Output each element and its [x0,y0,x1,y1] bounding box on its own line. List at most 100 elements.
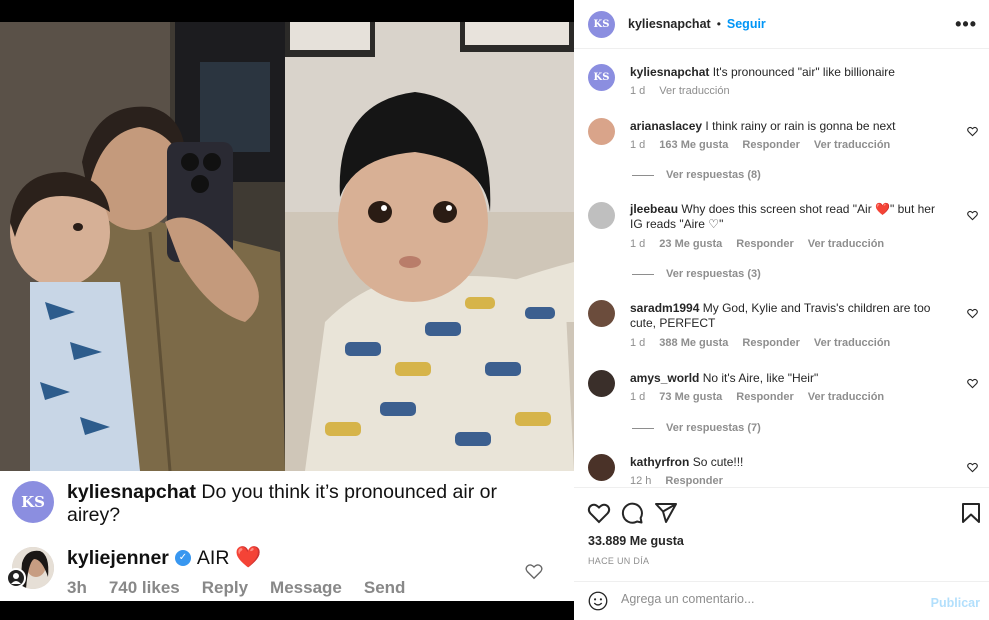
screenshot-comment-user: kyliejenner [67,546,169,569]
comment-username[interactable]: arianaslacey [630,119,702,133]
comment-text: Why does this screen shot read "Air [681,202,876,216]
caption-username[interactable]: kyliesnapchat [630,65,709,79]
comment-likes[interactable]: 388 Me gusta [659,337,728,349]
photo-baby [285,22,574,471]
replies-line [632,174,654,176]
commenter-avatar[interactable] [588,202,615,229]
post-header: KS kyliesnapchat • Seguir ••• [574,0,989,49]
like-count[interactable]: 33.889 Me gusta [588,534,684,548]
comment-body: saradm1994 My God, Kylie and Travis's ch… [630,301,950,331]
comment-reply[interactable]: Responder [736,391,793,403]
post-actions: 33.889 Me gusta HACE UN DÍA [574,487,989,581]
comment-username[interactable]: jleebeau [630,202,678,216]
screenshot-comment-actions: 3h 740 likes Reply Message Send [67,578,405,598]
comment-username[interactable]: kathyrfron [630,455,689,469]
send-icon[interactable] [654,501,678,525]
comment-input[interactable] [621,592,921,606]
comment-body: arianaslacey I think rainy or rain is go… [630,119,950,134]
screenshot-comment-text: AIR [196,546,230,569]
caption-body: kyliesnapchat It's pronounced "air" like… [630,65,950,80]
author-avatar[interactable]: KS [588,10,615,38]
comment-likes[interactable]: 163 Me gusta [659,139,728,151]
caption-text: It's pronounced "air" like billionaire [712,65,895,79]
author-username[interactable]: kyliesnapchat [628,17,711,31]
post-panel: KS kyliesnapchat • Seguir ••• KS kyliesn… [574,0,989,620]
post-comment-button[interactable]: Publicar [931,596,980,610]
comment-meta: 12 h Responder [630,475,723,487]
comment-time[interactable]: 1 d [630,391,645,403]
caption-avatar[interactable]: KS [588,64,615,91]
screenshot-reply: Reply [201,578,249,597]
kyliesnapchat-avatar: KS [12,481,54,523]
view-replies-button[interactable]: Ver respuestas (3) [632,268,761,280]
comment-like-icon[interactable] [967,308,978,319]
comment-body: kathyrfron So cute!!! [630,455,950,470]
comment-time[interactable]: 1 d [630,139,645,151]
screenshot-caption-user: kyliesnapchat [67,481,196,503]
comment-icon[interactable] [620,501,644,525]
profile-badge-icon [6,568,26,588]
comment-translate[interactable]: Ver traducción [808,238,884,250]
view-replies-label: Ver respuestas (7) [666,422,761,434]
selfie-illustration [0,22,285,471]
comment-body: jleebeau Why does this screen shot read … [630,202,950,232]
comment-text: No it's Aire, like "Heir" [702,371,819,385]
heart-icon[interactable] [587,501,611,525]
red-heart-emoji: ❤️ [235,546,262,569]
screenshot-message: Message [270,578,342,597]
comment-time[interactable]: 1 d [630,238,645,250]
comment-translate[interactable]: Ver traducción [808,391,884,403]
comment-time[interactable]: 1 d [630,337,645,349]
comment-like-icon[interactable] [967,210,978,221]
view-replies-button[interactable]: Ver respuestas (8) [632,169,761,181]
replies-line [632,273,654,275]
caption-meta: 1 d Ver traducción [630,85,730,97]
emoji-icon[interactable] [588,591,608,611]
commenter-avatar[interactable] [588,300,615,327]
comment-reply[interactable]: Responder [742,139,799,151]
comment-meta: 1 d 23 Me gusta Responder Ver traducción [630,238,884,250]
view-replies-label: Ver respuestas (3) [666,268,761,280]
screenshot-time: 3h [67,578,87,597]
comment-meta: 1 d 388 Me gusta Responder Ver traducció… [630,337,890,349]
screenshot-comment: kyliejenner ✓ AIR ❤️ [67,546,262,570]
caption-translate[interactable]: Ver traducción [659,85,729,97]
view-replies-label: Ver respuestas (8) [666,169,761,181]
comment-translate[interactable]: Ver traducción [814,337,890,349]
screenshot-comments: KS kyliesnapchat Do you think it’s prono… [0,471,574,601]
post-time[interactable]: HACE UN DÍA [588,556,649,566]
comment-translate[interactable]: Ver traducción [814,139,890,151]
commenter-avatar[interactable] [588,454,615,481]
white-heart-emoji: ♡ [708,217,720,231]
comment-text: " [719,217,724,231]
comment-composer: Publicar [574,581,989,620]
photo-selfie [0,22,285,471]
screenshot-heart-icon [525,564,543,580]
post-media[interactable]: KS kyliesnapchat Do you think it’s prono… [0,0,574,620]
comment-username[interactable]: amys_world [630,371,699,385]
comments-list[interactable]: KS kyliesnapchat It's pronounced "air" l… [574,50,989,487]
header-separator: • [716,17,721,31]
comment-likes[interactable]: 23 Me gusta [659,238,722,250]
follow-button[interactable]: Seguir [727,17,766,31]
screenshot-caption: kyliesnapchat Do you think it’s pronounc… [67,481,537,527]
screenshot-likes: 740 likes [108,578,180,597]
caption-time[interactable]: 1 d [630,85,645,97]
view-replies-button[interactable]: Ver respuestas (7) [632,422,761,434]
comment-time[interactable]: 12 h [630,475,651,487]
comment-like-icon[interactable] [967,378,978,389]
comment-likes[interactable]: 73 Me gusta [659,391,722,403]
comment-reply[interactable]: Responder [665,475,722,487]
comment-like-icon[interactable] [967,126,978,137]
comment-like-icon[interactable] [967,462,978,473]
baby-illustration [285,22,574,471]
comment-reply[interactable]: Responder [736,238,793,250]
commenter-avatar[interactable] [588,118,615,145]
comment-text: I think rainy or rain is gonna be next [705,119,896,133]
comment-username[interactable]: saradm1994 [630,301,699,315]
commenter-avatar[interactable] [588,370,615,397]
more-options-icon[interactable]: ••• [955,14,977,35]
comment-text: So cute!!! [692,455,744,469]
comment-reply[interactable]: Responder [742,337,799,349]
bookmark-icon[interactable] [959,501,983,525]
